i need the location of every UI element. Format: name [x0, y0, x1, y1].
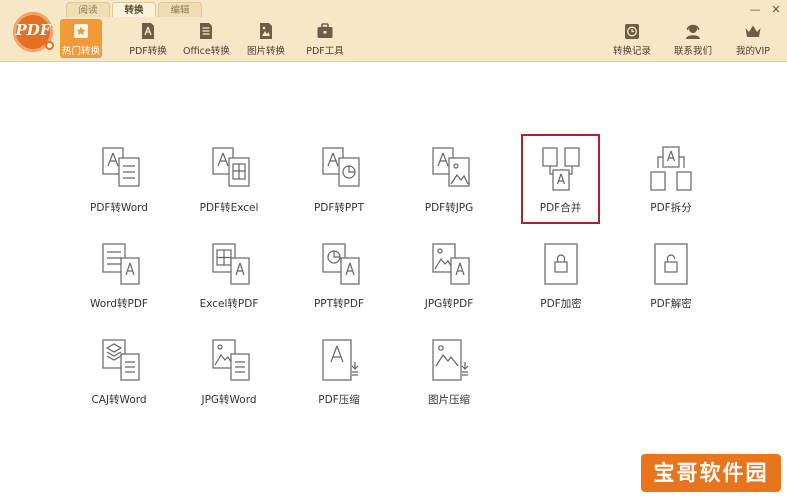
tool-pdf-convert[interactable]: PDF转换: [128, 22, 168, 58]
pdf-to-word-icon: [102, 147, 140, 187]
item-word-to-pdf[interactable]: Word转PDF: [74, 240, 164, 320]
tool-hot-convert[interactable]: 热门转换: [60, 19, 102, 58]
item-pdf-decrypt[interactable]: PDF解密: [626, 240, 716, 320]
tool-label: Office转换: [183, 46, 230, 57]
clock-icon: [625, 24, 639, 39]
item-label: PDF压缩: [318, 394, 360, 406]
item-label: PPT转PDF: [313, 298, 365, 310]
pdf-encrypt-icon: [544, 243, 578, 285]
item-pdf-to-ppt[interactable]: PDF转PPT: [294, 144, 384, 224]
image-icon: [260, 23, 272, 39]
watermark: 宝哥软件园: [641, 454, 781, 492]
item-pdf-to-jpg[interactable]: PDF转JPG: [404, 144, 494, 224]
logo-dot: [45, 41, 54, 50]
item-label: 图片压缩: [428, 394, 470, 406]
tool-image-convert[interactable]: 图片转换: [246, 22, 286, 58]
item-label: PDF转PPT: [313, 202, 365, 214]
tool-label: 联系我们: [673, 46, 712, 57]
pdf-decrypt-icon: [654, 243, 688, 285]
tool-vip[interactable]: 我的VIP: [733, 22, 773, 58]
item-label: PDF转Excel: [199, 202, 259, 214]
item-label: PDF合并: [539, 202, 582, 214]
document-icon: [200, 23, 212, 39]
tool-label: 我的VIP: [735, 46, 771, 57]
item-label: PDF解密: [650, 298, 692, 310]
item-label: PDF转JPG: [424, 202, 474, 214]
item-pdf-compress[interactable]: PDF压缩: [294, 336, 384, 416]
tab-convert[interactable]: 转换: [112, 2, 156, 17]
item-ppt-to-pdf[interactable]: PPT转PDF: [294, 240, 384, 320]
pdf-icon: [142, 23, 154, 39]
pdf-to-jpg-icon: [432, 147, 470, 187]
tab-read[interactable]: 阅读: [66, 2, 110, 17]
tool-label: 转换记录: [612, 46, 651, 57]
item-excel-to-pdf[interactable]: Excel转PDF: [184, 240, 274, 320]
item-pdf-to-word[interactable]: PDF转Word: [74, 144, 164, 224]
item-label: PDF加密: [540, 298, 582, 310]
caj-to-word-icon: [102, 339, 140, 381]
item-label: Excel转PDF: [199, 298, 259, 310]
item-label: JPG转Word: [201, 394, 257, 406]
crown-icon: [745, 25, 761, 37]
item-pdf-encrypt[interactable]: PDF加密: [516, 240, 606, 320]
logo-text: PDF: [15, 21, 51, 39]
item-pdf-split[interactable]: PDF拆分: [626, 144, 716, 224]
minimize-button[interactable]: —: [748, 4, 762, 16]
item-caj-to-word[interactable]: CAJ转Word: [74, 336, 164, 416]
pdf-merge-icon: [541, 147, 580, 191]
excel-to-pdf-icon: [212, 243, 250, 285]
app-logo: PDF: [13, 12, 54, 52]
item-pdf-merge[interactable]: PDF合并: [521, 134, 600, 224]
tool-contact[interactable]: 联系我们: [673, 22, 713, 58]
tool-label: PDF工具: [306, 46, 344, 57]
tool-label: PDF转换: [129, 46, 167, 57]
tool-pdf-tools[interactable]: PDF工具: [306, 22, 344, 58]
tool-office-convert[interactable]: Office转换: [183, 22, 230, 58]
item-label: CAJ转Word: [91, 394, 147, 406]
image-compress-icon: [432, 339, 469, 381]
item-label: Word转PDF: [90, 298, 148, 310]
toolbar-header: PDF 阅读 转换 编辑 热门转换 PDF转换 Office转换 图片转换 PD…: [0, 0, 787, 62]
item-label: PDF拆分: [650, 202, 692, 214]
jpg-to-pdf-icon: [432, 243, 470, 285]
item-jpg-to-pdf[interactable]: JPG转PDF: [404, 240, 494, 320]
item-pdf-to-excel[interactable]: PDF转Excel: [184, 144, 274, 224]
headset-icon: [686, 24, 700, 39]
star-icon: [74, 24, 88, 38]
toolbox-icon: [317, 23, 333, 38]
word-to-pdf-icon: [102, 243, 140, 285]
item-jpg-to-word[interactable]: JPG转Word: [184, 336, 274, 416]
close-button[interactable]: ✕: [769, 4, 783, 16]
pdf-to-excel-icon: [212, 147, 250, 187]
tool-label: 图片转换: [246, 46, 285, 57]
pdf-to-ppt-icon: [322, 147, 360, 187]
pdf-compress-icon: [322, 339, 359, 381]
item-label: JPG转PDF: [424, 298, 474, 310]
tool-history[interactable]: 转换记录: [612, 22, 652, 58]
tab-edit[interactable]: 编辑: [158, 2, 202, 17]
pdf-split-icon: [650, 146, 692, 191]
ppt-to-pdf-icon: [322, 243, 360, 285]
tool-label: 热门转换: [61, 46, 100, 57]
item-image-compress[interactable]: 图片压缩: [404, 336, 494, 416]
item-label: PDF转Word: [90, 202, 148, 214]
jpg-to-word-icon: [212, 339, 250, 381]
